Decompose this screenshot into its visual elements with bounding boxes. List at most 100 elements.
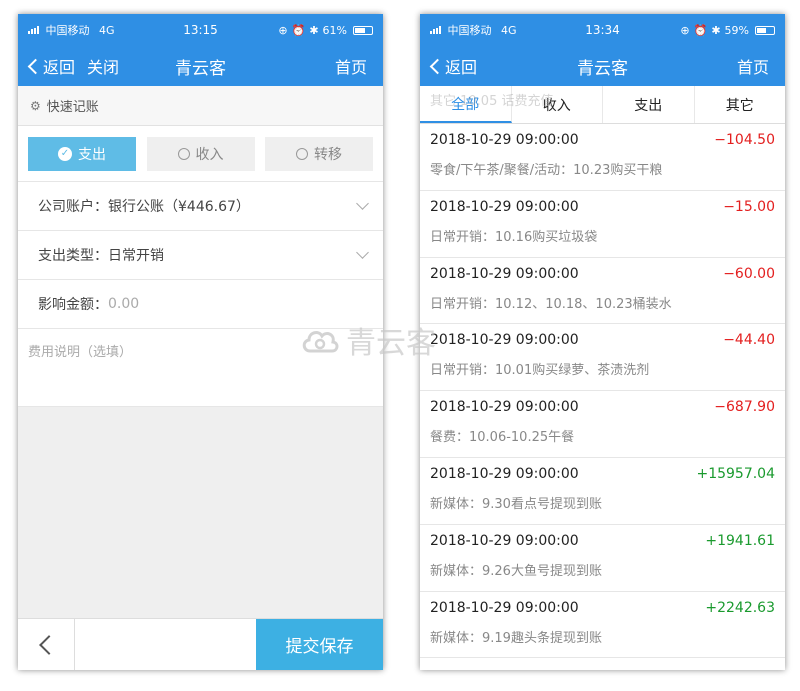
gear-icon: ⚙ bbox=[30, 98, 41, 113]
alarm-icon: ⏰ bbox=[693, 23, 708, 37]
amount-input[interactable]: 0.00 bbox=[108, 296, 139, 312]
status-right: ⊕ ⏰ ✱ 61% bbox=[278, 24, 373, 37]
account-label: 公司账户： bbox=[38, 199, 108, 215]
category-value: 日常开销 bbox=[108, 248, 164, 264]
record-datetime: 2018-10-29 09:00:00 bbox=[430, 599, 579, 616]
carrier-name: 中国移动 bbox=[45, 24, 90, 37]
home-button[interactable]: 首页 bbox=[737, 54, 785, 78]
battery-icon bbox=[353, 25, 373, 35]
record-row[interactable]: 2018-10-29 09:00:00 +1941.61 新媒体：9.26大鱼号提现… bbox=[420, 524, 785, 592]
back-label: 返回 bbox=[445, 58, 478, 77]
battery-percent: 59% bbox=[724, 23, 749, 37]
record-description: 零食/下午茶/聚餐/活动：10.23购买干粮 bbox=[430, 163, 663, 178]
record-row[interactable]: 2018-10-29 09:00:00 +15957.04 新媒体：9.30看点号提… bbox=[420, 457, 785, 525]
note-textarea[interactable]: 费用说明（选填） bbox=[18, 329, 383, 407]
network-type: 4G bbox=[501, 24, 517, 37]
radio-icon bbox=[296, 147, 308, 160]
battery-percent: 61% bbox=[322, 23, 347, 37]
record-amount: +2242.63 bbox=[705, 599, 775, 616]
record-amount: −60.00 bbox=[723, 265, 775, 282]
income-label: 收入 bbox=[195, 146, 224, 163]
status-right: ⊕ ⏰ ✱ 59% bbox=[680, 24, 775, 37]
back-label: 返回 bbox=[43, 58, 76, 77]
quick-entry-header: ⚙ 快速记账 bbox=[18, 86, 383, 126]
record-amount: +15957.04 bbox=[696, 465, 775, 482]
income-type-button[interactable]: 收入 bbox=[146, 136, 255, 171]
record-row[interactable]: 2018-10-29 09:00:00 −687.90 餐费：10.06-10.25… bbox=[420, 391, 785, 458]
check-icon: ✓ bbox=[58, 146, 72, 161]
chevron-down-icon bbox=[356, 246, 369, 259]
record-datetime: 2018-10-29 09:00:00 bbox=[430, 332, 579, 349]
record-amount: +1941.61 bbox=[705, 532, 775, 549]
record-description: 日常开销：10.12、10.18、10.23桶装水 bbox=[430, 296, 672, 312]
record-row[interactable]: 2018-10-29 09:00:00 +2242.63 新媒体：9.19趣头条提现… bbox=[420, 591, 785, 659]
signal-icon bbox=[28, 26, 39, 34]
back-button[interactable]: 返回 bbox=[429, 54, 478, 78]
tab-item[interactable]: 全部 bbox=[420, 86, 512, 123]
status-bar: 中国移动 4G 13:15 ⊕ ⏰ ✱ 61% bbox=[18, 14, 383, 46]
transfer-type-button[interactable]: 转移 bbox=[265, 136, 373, 171]
type-selector: ✓ 支出 收入 转移 bbox=[18, 126, 383, 182]
record-amount: −687.90 bbox=[714, 399, 775, 416]
record-row[interactable]: 2018-10-29 09:00:00 −104.50 零食/下午茶/聚餐/活动：1… bbox=[420, 124, 785, 191]
carrier-name: 中国移动 bbox=[447, 24, 492, 37]
record-description: 新媒体：9.19趣头条提现到账 bbox=[430, 630, 602, 646]
tab-item[interactable]: 其它 bbox=[695, 86, 786, 123]
record-datetime: 2018-10-29 09:00:00 bbox=[430, 532, 579, 549]
record-row[interactable]: 2018-10-29 09:00:00 −15.00 日常开销：10.16购买垃圾袋 bbox=[420, 190, 785, 258]
battery-icon bbox=[755, 25, 775, 35]
tab-item[interactable]: 支出 bbox=[603, 86, 695, 123]
chevron-left-icon bbox=[39, 634, 59, 655]
expense-label: 支出 bbox=[78, 146, 106, 163]
rotation-lock-icon: ⊕ bbox=[278, 23, 288, 37]
chevron-down-icon bbox=[356, 197, 369, 210]
amount-label: 影响金额： bbox=[38, 297, 108, 313]
alarm-icon: ⏰ bbox=[291, 23, 306, 37]
filter-tabs: 其它 10.05 话费充值 全部 收入 支出 其它 bbox=[420, 86, 785, 124]
record-datetime: 2018-10-29 09:00:00 bbox=[430, 465, 579, 482]
amount-field[interactable]: 影响金额： 0.00 bbox=[18, 280, 383, 329]
transfer-label: 转移 bbox=[314, 146, 342, 163]
close-button[interactable]: 关闭 bbox=[87, 54, 119, 78]
record-row[interactable]: 2018-10-29 09:00:00 −44.40 日常开销：10.01购买绿萝、… bbox=[420, 324, 785, 392]
record-description: 日常开销：10.16购买垃圾袋 bbox=[430, 229, 598, 245]
nav-bar: 返回 关闭 青云客 首页 bbox=[18, 46, 383, 86]
carrier-info: 中国移动 4G bbox=[28, 22, 115, 38]
account-select[interactable]: 公司账户： 银行公账（¥446.67） bbox=[18, 182, 383, 231]
chevron-left-icon bbox=[27, 58, 44, 74]
records-list-screen: 中国移动 4G 13:34 ⊕ ⏰ ✱ 59% 返回 青云客 首页 其它 10.… bbox=[420, 14, 785, 670]
account-value: 银行公账（¥446.67） bbox=[108, 199, 250, 215]
record-description: 新媒体：9.26大鱼号提现到账 bbox=[430, 563, 602, 579]
category-select[interactable]: 支出类型： 日常开销 bbox=[18, 231, 383, 280]
status-bar: 中国移动 4G 13:34 ⊕ ⏰ ✱ 59% bbox=[420, 14, 785, 46]
record-datetime: 2018-10-29 09:00:00 bbox=[430, 399, 579, 416]
record-amount: −104.50 bbox=[714, 132, 775, 148]
submit-button[interactable]: 提交保存 bbox=[256, 619, 383, 670]
section-title: 快速记账 bbox=[46, 100, 99, 115]
record-description: 日常开销：10.01购买绿萝、茶渍洗剂 bbox=[430, 363, 650, 379]
bottom-back-button[interactable] bbox=[18, 619, 75, 670]
chevron-left-icon bbox=[429, 58, 446, 74]
expense-type-button[interactable]: ✓ 支出 bbox=[28, 136, 136, 171]
note-placeholder: 费用说明（选填） bbox=[28, 345, 133, 360]
network-type: 4G bbox=[99, 24, 115, 37]
carrier-info: 中国移动 4G bbox=[430, 22, 517, 38]
record-row[interactable]: 2018-10-29 09:00:00 −60.00 日常开销：10.12、10.1… bbox=[420, 257, 785, 325]
nav-bar: 返回 青云客 首页 bbox=[420, 46, 785, 86]
quick-entry-screen: 中国移动 4G 13:15 ⊕ ⏰ ✱ 61% 返回 关闭 青云客 首页 ⚙ 快… bbox=[18, 14, 383, 670]
record-description: 新媒体：9.30看点号提现到账 bbox=[430, 496, 602, 512]
radio-icon bbox=[177, 147, 190, 160]
category-label: 支出类型： bbox=[38, 248, 108, 264]
record-amount: −15.00 bbox=[723, 198, 775, 215]
bottom-bar: 提交保存 bbox=[18, 618, 383, 670]
signal-icon bbox=[430, 26, 441, 34]
rotation-lock-icon: ⊕ bbox=[680, 23, 690, 37]
home-button[interactable]: 首页 bbox=[335, 54, 383, 78]
records-list: 2018-10-29 09:00:00 −104.50 零食/下午茶/聚餐/活动：1… bbox=[420, 124, 785, 659]
back-button[interactable]: 返回 bbox=[27, 54, 76, 78]
record-datetime: 2018-10-29 09:00:00 bbox=[430, 198, 579, 215]
tab-item[interactable]: 收入 bbox=[512, 86, 603, 123]
bluetooth-icon: ✱ bbox=[309, 23, 319, 37]
record-datetime: 2018-10-29 09:00:00 bbox=[430, 132, 579, 148]
record-description: 餐费：10.06-10.25午餐 bbox=[430, 430, 575, 446]
